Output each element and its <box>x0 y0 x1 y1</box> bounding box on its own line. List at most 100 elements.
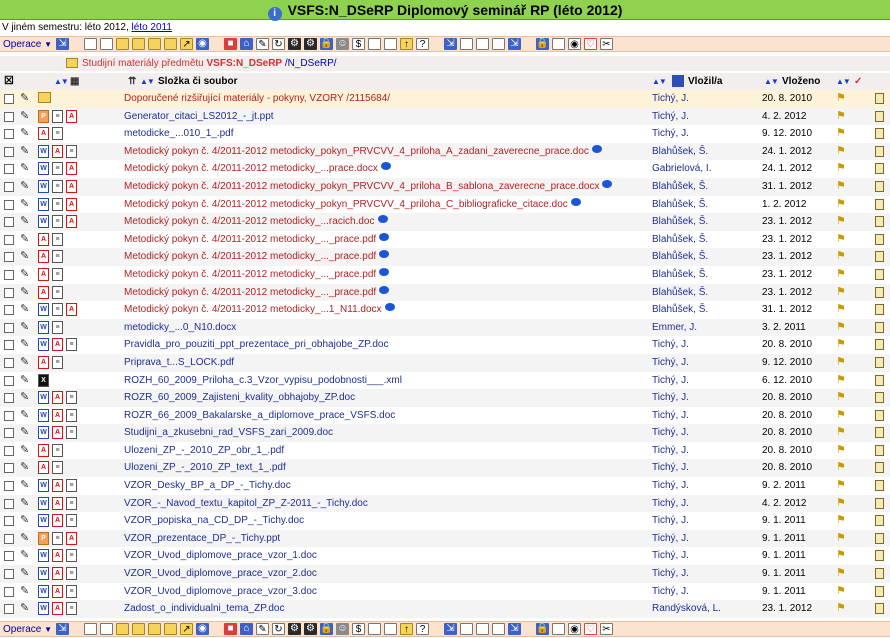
pdf-icon[interactable]: A <box>66 197 77 211</box>
word-icon[interactable]: W <box>38 567 49 581</box>
doc-icon[interactable] <box>460 623 473 635</box>
author-link[interactable]: Tichý, J. <box>652 90 689 108</box>
settings-icon[interactable]: ⚙ <box>288 623 301 635</box>
pdf-icon[interactable]: A <box>38 355 49 369</box>
author-link[interactable]: Tichý, J. <box>652 459 689 477</box>
flag-icon[interactable]: ⚑ <box>836 512 846 530</box>
flag-icon[interactable]: ⚑ <box>836 160 846 178</box>
pdf-icon[interactable]: A <box>66 179 77 193</box>
refresh-icon[interactable]: ↻ <box>272 38 285 50</box>
price-icon[interactable]: $ <box>352 38 365 50</box>
cut-icon[interactable]: ✂ <box>600 623 613 635</box>
author-link[interactable]: Blahůšek, Š. <box>652 196 708 214</box>
flag-icon[interactable]: ⚑ <box>836 442 846 460</box>
edit-icon[interactable]: ✎ <box>20 108 29 126</box>
row-checkbox[interactable] <box>4 428 14 439</box>
row-checkbox[interactable] <box>4 551 14 562</box>
row-checkbox[interactable] <box>4 533 14 544</box>
row-checkbox[interactable] <box>4 234 14 245</box>
paste-icon[interactable] <box>384 38 397 50</box>
edit-icon[interactable]: ✎ <box>20 143 29 161</box>
author-link[interactable]: Blahůšek, Š. <box>652 143 708 161</box>
edit-icon[interactable]: ✎ <box>20 565 29 583</box>
lock-icon[interactable] <box>875 304 884 316</box>
file-name-text[interactable]: Metodický pokyn č. 4/2011-2012 metodicky… <box>124 287 376 298</box>
lock-icon[interactable] <box>875 286 884 298</box>
author-link[interactable]: Emmer, J. <box>652 319 697 337</box>
open-folder-icon[interactable] <box>132 38 145 50</box>
row-checkbox[interactable] <box>4 217 14 228</box>
pdf-icon[interactable]: A <box>52 144 63 158</box>
operace-menu[interactable]: Operace ▼ <box>0 39 56 50</box>
word-icon[interactable]: W <box>38 179 49 193</box>
txt-icon[interactable]: ≡ <box>66 584 77 598</box>
row-checkbox[interactable] <box>4 586 14 597</box>
price-icon[interactable]: $ <box>352 623 365 635</box>
file-name-text[interactable]: metodicke_...010_1_.pdf <box>124 128 234 139</box>
file-name[interactable]: VZOR_Desky_BP_a_DP_-_Tichy.doc <box>124 477 291 495</box>
pdf-icon[interactable]: A <box>66 215 77 229</box>
edit-icon[interactable]: ✎ <box>20 231 29 249</box>
edit-icon[interactable]: ✎ <box>20 125 29 143</box>
edit-icon[interactable]: ✎ <box>20 530 29 548</box>
file-name-text[interactable]: Ulozeni_ZP_-_2010_ZP_obr_1_.pdf <box>124 445 284 456</box>
open-folder-icon[interactable] <box>132 623 145 635</box>
txt-icon[interactable]: ≡ <box>52 303 63 317</box>
txt-icon[interactable]: ≡ <box>52 197 63 211</box>
txt-icon[interactable]: ≡ <box>66 514 77 528</box>
new-folder-icon[interactable] <box>116 38 129 50</box>
file-name[interactable]: ROZH_60_2009_Priloha_c.3_Vzor_vypisu_pod… <box>124 372 402 390</box>
txt-icon[interactable]: ≡ <box>52 443 63 457</box>
txt-icon[interactable]: ≡ <box>52 127 63 141</box>
word-icon[interactable]: W <box>38 426 49 440</box>
author-link[interactable]: Tichý, J. <box>652 547 689 565</box>
row-checkbox[interactable] <box>4 181 14 192</box>
txt-icon[interactable]: ≡ <box>66 408 77 422</box>
file-name-text[interactable]: Generator_citaci_LS2012_-_jt.ppt <box>124 111 274 122</box>
file-name-text[interactable]: Priprava_t...S_LOCK.pdf <box>124 357 234 368</box>
pdf-icon[interactable]: A <box>38 285 49 299</box>
row-checkbox[interactable] <box>4 94 14 104</box>
row-checkbox[interactable] <box>4 604 14 615</box>
lock-icon[interactable] <box>875 268 884 280</box>
edit-icon[interactable]: ✎ <box>20 213 29 231</box>
pdf-icon[interactable]: A <box>66 531 77 545</box>
file-name-text[interactable]: Metodický pokyn č. 4/2011-2012 metodicky… <box>124 199 568 210</box>
pdf-icon[interactable]: A <box>52 584 63 598</box>
lock-icon[interactable] <box>875 568 884 580</box>
flag-icon[interactable]: ⚑ <box>836 231 846 249</box>
edit-icon[interactable]: ✎ <box>20 160 29 178</box>
file-name-text[interactable]: Metodický pokyn č. 4/2011-2012 metodicky… <box>124 146 589 157</box>
mask-icon[interactable]: ☺ <box>336 38 349 50</box>
comment-icon[interactable] <box>379 285 390 294</box>
lock-icon[interactable]: 🔒 <box>320 623 333 635</box>
edit-icon[interactable]: ✎ <box>20 459 29 477</box>
edit-icon[interactable]: ✎ <box>20 495 29 513</box>
row-checkbox[interactable] <box>4 146 14 157</box>
txt-icon[interactable]: ≡ <box>52 531 63 545</box>
file-name-text[interactable]: Doporučené rizšiřující materiály - pokyn… <box>124 93 344 104</box>
file-name-text[interactable]: Zadost_o_individualni_tema_ZP.doc <box>124 603 284 614</box>
txt-icon[interactable]: ≡ <box>66 426 77 440</box>
ppt-icon[interactable]: P <box>38 109 49 123</box>
edit-icon[interactable]: ✎ <box>20 512 29 530</box>
word-icon[interactable]: W <box>38 514 49 528</box>
author-link[interactable]: Blahůšek, Š. <box>652 213 708 231</box>
lock-icon[interactable] <box>875 392 884 404</box>
folder-icon[interactable] <box>38 92 51 103</box>
flag-icon[interactable]: ⚑ <box>836 196 846 214</box>
export-icon[interactable]: ⇲ <box>56 38 69 50</box>
txt-icon[interactable]: ≡ <box>52 267 63 281</box>
pdf-icon[interactable]: A <box>52 338 63 352</box>
copy-icon[interactable] <box>368 623 381 635</box>
row-checkbox[interactable] <box>4 199 14 210</box>
row-checkbox[interactable] <box>4 322 14 333</box>
edit-icon[interactable]: ✎ <box>256 623 269 635</box>
lock-icon[interactable] <box>875 427 884 439</box>
file-name-text[interactable]: Metodický pokyn č. 4/2011-2012 metodicky… <box>124 234 376 245</box>
word-icon[interactable]: W <box>38 479 49 493</box>
mask-icon[interactable]: ☺ <box>336 623 349 635</box>
comment-icon[interactable] <box>384 303 395 312</box>
sort-arrows-icon[interactable]: ▲▼ <box>54 73 69 90</box>
author-link[interactable]: Randýsková, L. <box>652 600 721 618</box>
